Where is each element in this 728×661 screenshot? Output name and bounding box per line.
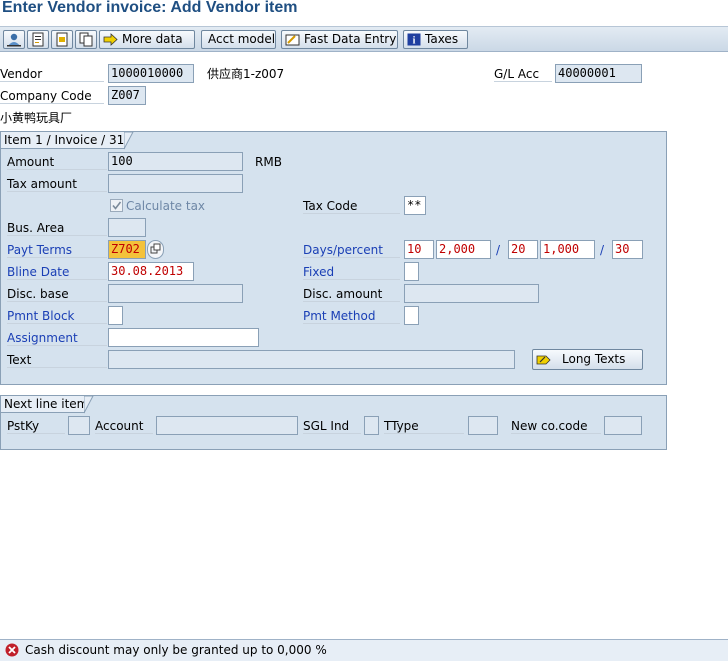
days2-field[interactable]: 20 — [508, 240, 538, 259]
days-percent-label: Days/percent — [303, 242, 400, 258]
status-bar: Cash discount may only be granted up to … — [0, 639, 728, 661]
pmnt-block-field[interactable] — [108, 306, 123, 325]
disc-amount-label: Disc. amount — [303, 286, 400, 302]
acct-model-button[interactable]: Acct model — [201, 30, 276, 49]
long-texts-button[interactable]: Long Texts — [532, 349, 643, 370]
assignment-label: Assignment — [7, 330, 107, 346]
info-icon: i — [407, 33, 421, 46]
arrow-right-icon — [103, 33, 118, 46]
account-label: Account — [95, 418, 153, 434]
fast-data-entry-label: Fast Data Entry — [304, 32, 397, 46]
fast-data-entry-button[interactable]: Fast Data Entry — [281, 30, 398, 49]
bus-area-label: Bus. Area — [7, 220, 107, 236]
search-help-button[interactable] — [147, 240, 164, 259]
long-texts-label: Long Texts — [562, 352, 626, 366]
bline-date-field[interactable]: 30.08.2013 — [108, 262, 194, 281]
person-icon[interactable] — [3, 30, 25, 49]
tax-code-label: Tax Code — [303, 198, 400, 214]
vendor-field[interactable]: 1000010000 — [108, 64, 194, 83]
calculate-tax-checkbox[interactable] — [110, 199, 123, 212]
error-icon — [5, 643, 19, 657]
currency-label: RMB — [255, 155, 282, 169]
new-cocode-field[interactable] — [604, 416, 642, 435]
copy-document-icon[interactable] — [75, 30, 97, 49]
tab-corner-decoration — [124, 131, 134, 150]
bline-date-label: Bline Date — [7, 264, 107, 280]
value-help-icon — [150, 243, 161, 254]
text-label: Text — [7, 352, 107, 368]
document-hold-icon[interactable] — [51, 30, 73, 49]
next-line-item-tab: Next line item — [1, 396, 88, 413]
disc-base-label: Disc. base — [7, 286, 107, 302]
calculate-tax-label: Calculate tax — [126, 199, 206, 213]
payt-terms-label: Payt Terms — [7, 242, 107, 258]
window-title: Enter Vendor invoice: Add Vendor item — [2, 0, 298, 16]
gl-acc-field[interactable]: 40000001 — [555, 64, 642, 83]
assignment-field[interactable] — [108, 328, 259, 347]
ttype-field[interactable] — [468, 416, 498, 435]
days1-field[interactable]: 10 — [404, 240, 434, 259]
tax-code-field[interactable]: ** — [404, 196, 426, 215]
edit-text-icon — [536, 355, 551, 365]
company-code-field[interactable]: Z007 — [108, 86, 146, 105]
fast-entry-icon — [285, 34, 300, 46]
status-message[interactable]: Cash discount may only be granted up to … — [25, 640, 327, 660]
pstky-field[interactable] — [68, 416, 90, 435]
vendor-label: Vendor — [0, 66, 104, 82]
text-field[interactable] — [108, 350, 515, 369]
bus-area-field[interactable] — [108, 218, 146, 237]
percent1-field[interactable]: 2,000 — [436, 240, 491, 259]
pstky-label: PstKy — [7, 418, 65, 434]
separator-2: / — [600, 243, 605, 257]
fixed-label: Fixed — [303, 264, 400, 280]
acct-model-label: Acct model — [208, 32, 276, 46]
company-code-label: Company Code — [0, 88, 104, 104]
document-overview-icon[interactable] — [27, 30, 49, 49]
company-name: 小黄鸭玩具厂 — [0, 111, 73, 125]
sgl-ind-field[interactable] — [364, 416, 379, 435]
sgl-ind-label: SGL Ind — [303, 418, 361, 434]
more-data-label: More data — [122, 32, 183, 46]
vendor-name: 供应商1-z007 — [207, 67, 285, 81]
days3-field[interactable]: 30 — [612, 240, 643, 259]
separator-1: / — [496, 243, 501, 257]
application-toolbar: More data Acct model Fast Data Entry i Ta… — [0, 26, 728, 52]
more-data-button[interactable]: More data — [99, 30, 195, 49]
tax-amount-label: Tax amount — [7, 176, 107, 192]
pmt-method-label: Pmt Method — [303, 308, 400, 324]
disc-amount-field[interactable] — [404, 284, 539, 303]
gl-acc-label: G/L Acc — [494, 66, 552, 82]
ttype-label: TType — [384, 418, 464, 434]
new-cocode-label: New co.code — [511, 418, 601, 434]
checkmark-icon — [112, 201, 122, 210]
percent2-field[interactable]: 1,000 — [540, 240, 595, 259]
taxes-label: Taxes — [425, 32, 459, 46]
disc-base-field[interactable] — [108, 284, 243, 303]
account-field[interactable] — [156, 416, 298, 435]
amount-field[interactable]: 100 — [108, 152, 243, 171]
pmt-method-field[interactable] — [404, 306, 419, 325]
fixed-field[interactable] — [404, 262, 419, 281]
pmnt-block-label: Pmnt Block — [7, 308, 107, 324]
amount-label: Amount — [7, 154, 107, 170]
tax-amount-field[interactable] — [108, 174, 243, 193]
svg-text:i: i — [413, 36, 416, 47]
payt-terms-field[interactable]: Z702 — [108, 240, 146, 259]
taxes-button[interactable]: i Taxes — [403, 30, 468, 49]
tab-corner-decoration-2 — [84, 395, 94, 414]
item-tab: Item 1 / Invoice / 31 — [1, 132, 125, 149]
